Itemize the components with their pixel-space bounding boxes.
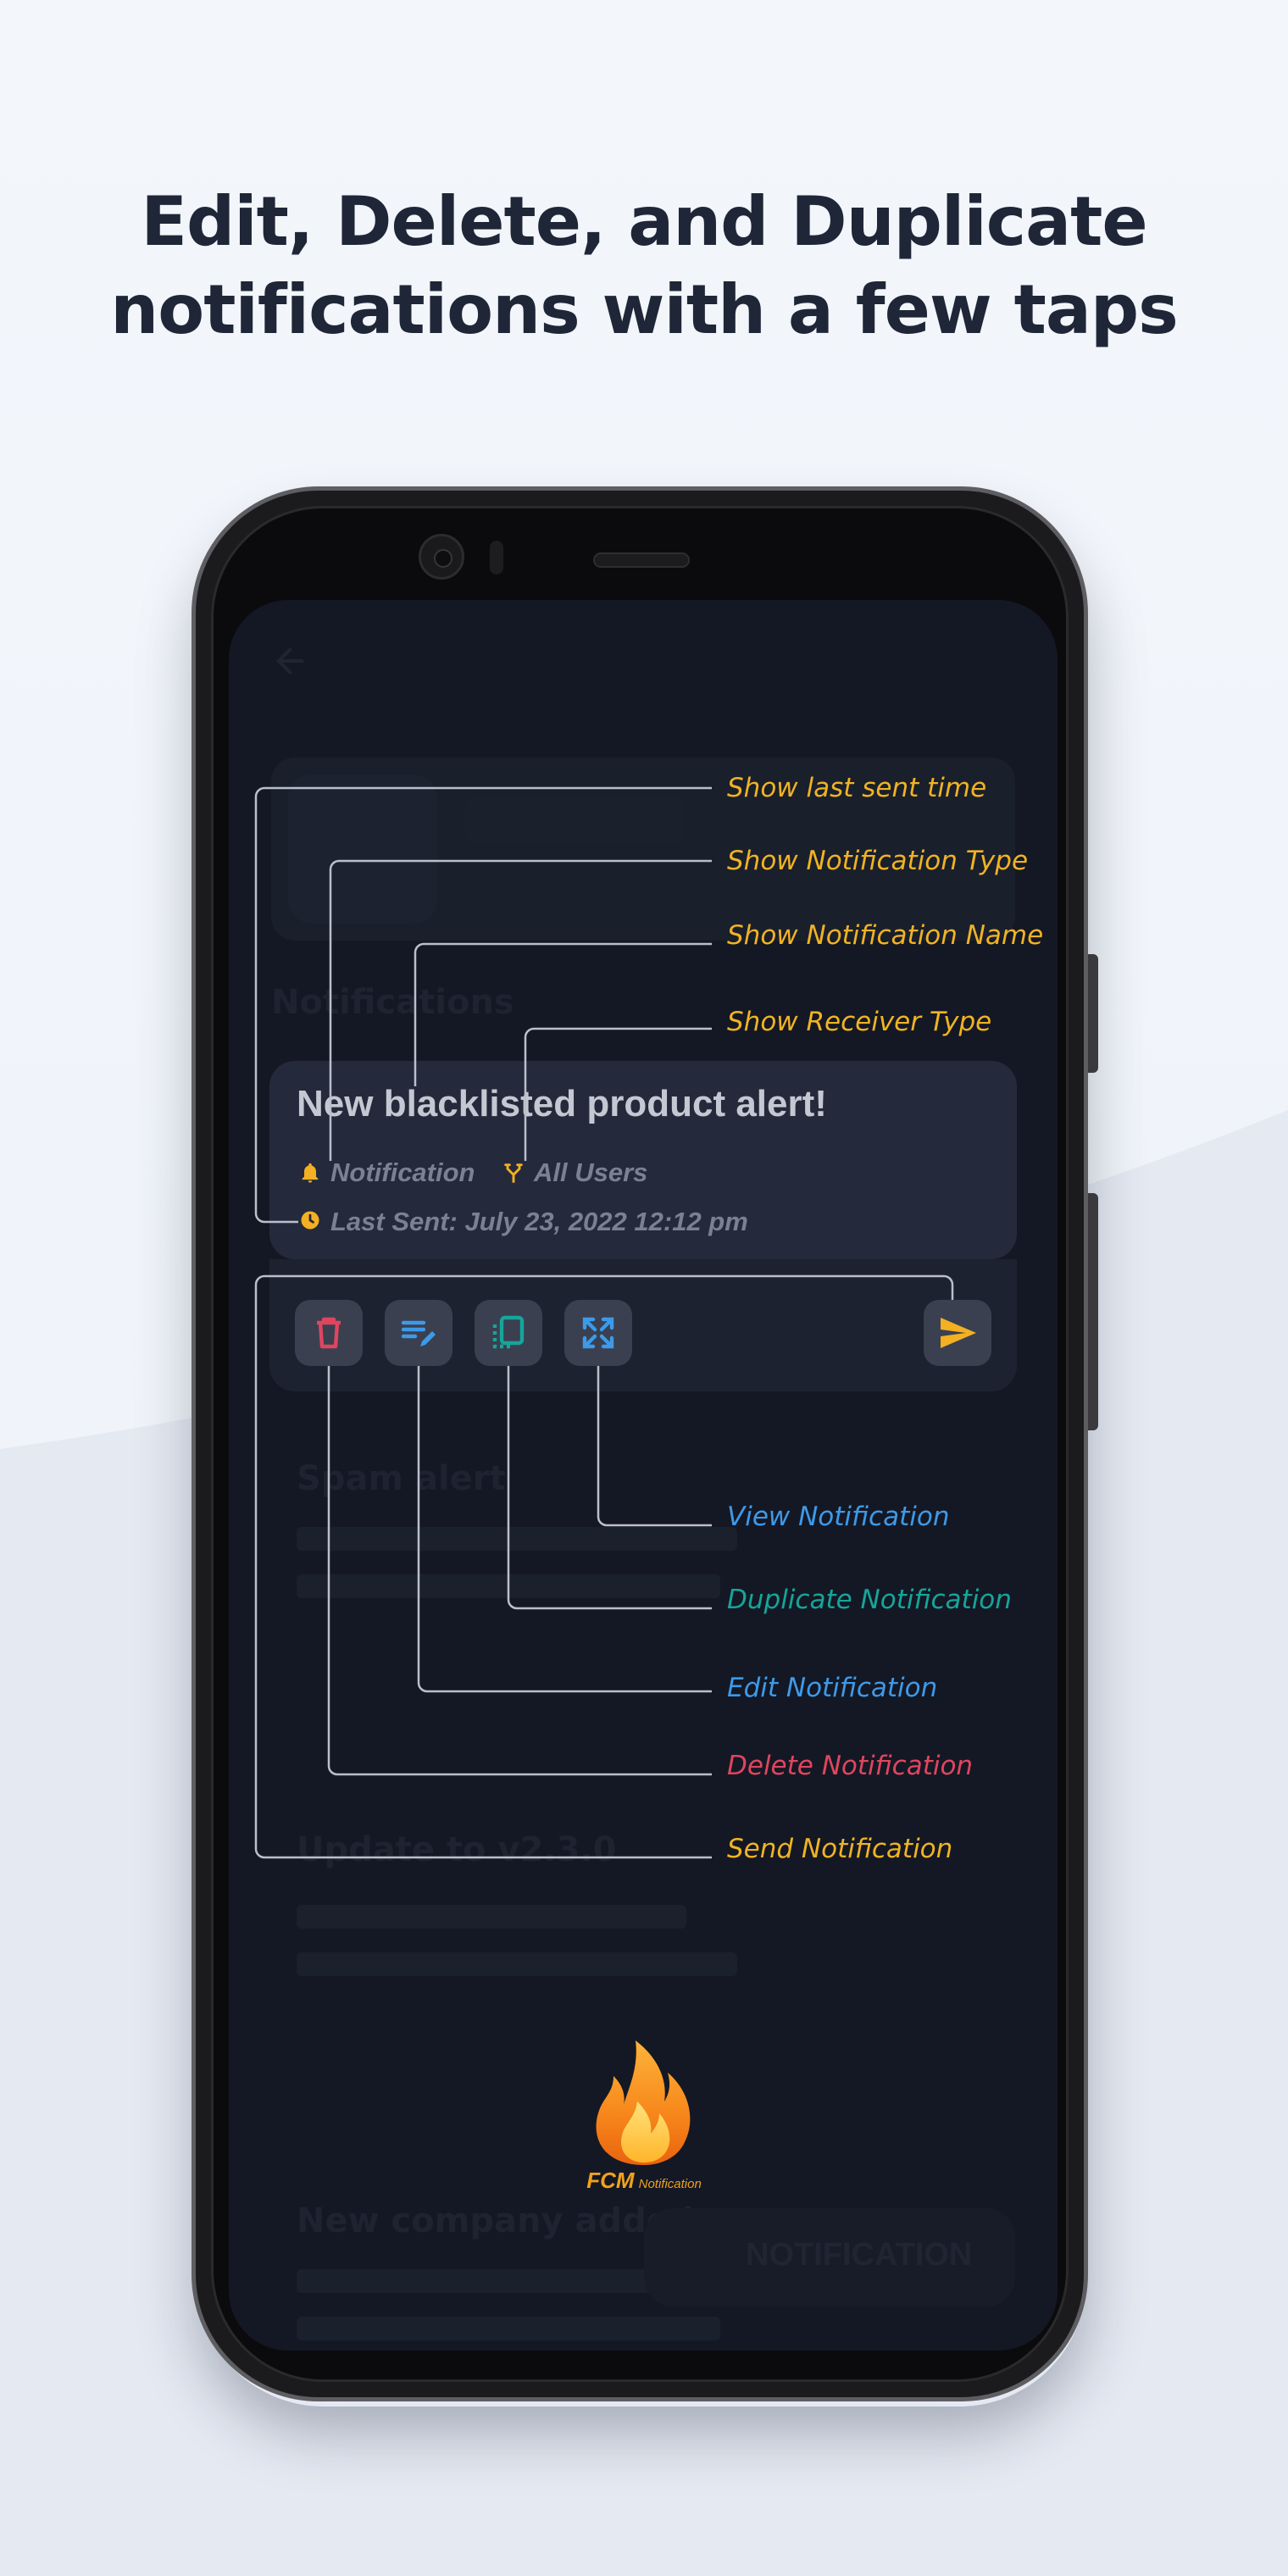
callout-duplicate-notification: Duplicate Notification [727,1585,1012,1615]
back-arrow-icon[interactable] [269,641,310,681]
background-list-title-1: Spam alert [297,1459,506,1498]
app-chip-background [464,797,685,844]
phone-speaker [593,552,690,568]
receiver-type: All Users [534,1158,648,1187]
front-camera [419,534,464,580]
background-list-meta-3 [297,2269,686,2293]
send-button[interactable] [924,1300,991,1366]
add-notification-label: NOTIFICATION [746,2237,973,2273]
background-list-meta-2 [297,1905,686,1929]
bell-icon [302,1163,319,1183]
logo-brand: FCM [586,2168,635,2193]
edit-button[interactable] [385,1300,452,1366]
last-sent-time: Last Sent: July 23, 2022 12:12 pm [330,1207,748,1236]
trash-icon [317,1317,341,1349]
callout-last-sent-time: Show last sent time [727,773,987,803]
background-list-meta-3b [297,2317,720,2340]
expand-icon [582,1317,614,1349]
clock-history-icon [301,1211,319,1230]
background-list-title-2: Update to v2.3.0 [297,1830,617,1869]
headline-line-1: Edit, Delete, and Duplicate [141,182,1147,261]
callout-view-notification: View Notification [727,1502,950,1532]
notification-action-bar [269,1259,1017,1391]
background-list-title-3: New company added [297,2201,694,2240]
duplicate-button[interactable] [475,1300,542,1366]
callout-notification-name: Show Notification Name [727,920,1044,951]
app-avatar-background [288,774,437,924]
send-icon [941,1318,976,1348]
headline-line-2: notifications with a few taps [110,270,1178,349]
duplicate-icon [492,1315,525,1349]
fcm-flame-logo [596,2040,691,2165]
fcm-logo-text: FCM Notification [576,2168,712,2194]
background-section-title: Notifications [271,983,514,1022]
delete-button[interactable] [295,1300,363,1366]
callout-receiver-type: Show Receiver Type [727,1007,992,1037]
callout-edit-notification: Edit Notification [727,1673,938,1703]
callout-send-notification: Send Notification [727,1834,953,1864]
logo-sub: Notification [638,2177,702,2191]
fork-icon [504,1163,523,1183]
callout-delete-notification: Delete Notification [727,1751,974,1781]
edit-icon [401,1320,436,1346]
headline: Edit, Delete, and Duplicate notification… [0,178,1288,354]
view-button[interactable] [564,1300,632,1366]
phone-side-button-bottom [1086,1193,1098,1430]
notification-type: Notification [330,1158,475,1187]
phone-sensor [490,541,503,575]
notification-name: New blacklisted product alert! [297,1083,827,1124]
background-list-meta-1 [297,1527,737,1551]
background-list-meta-1b [297,1574,720,1598]
background-list-meta-2b [297,1952,737,1976]
callout-notification-type: Show Notification Type [727,846,1029,876]
phone-side-button-top [1086,954,1098,1073]
